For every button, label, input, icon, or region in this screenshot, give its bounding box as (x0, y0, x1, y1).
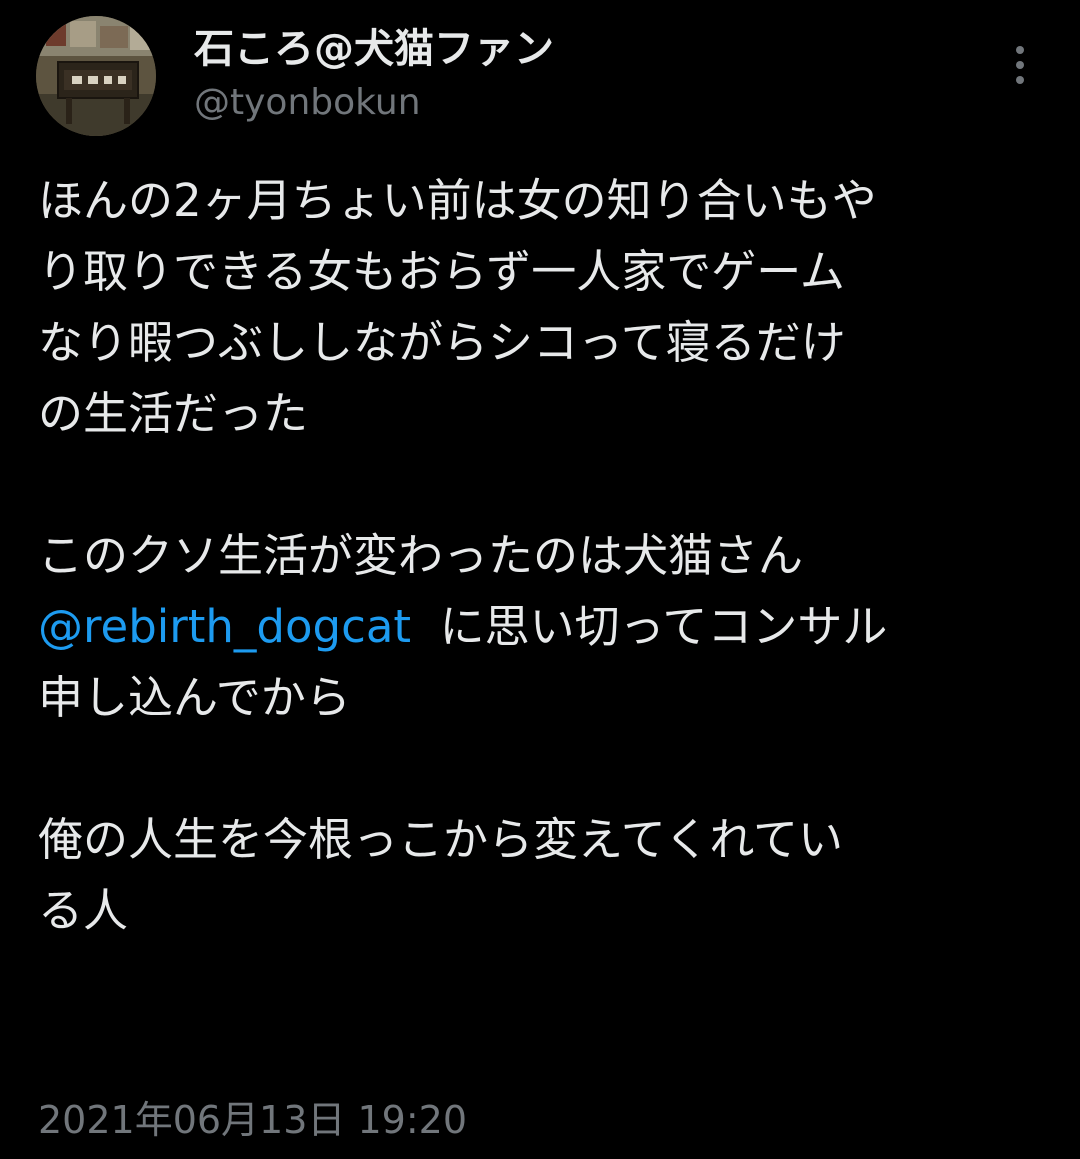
tweet-text: ほんの2ヶ月ちょい前は女の知り合いもや り取りできる女もおらず一人家でゲーム な… (38, 165, 1048, 946)
text-line: ほんの2ヶ月ちょい前は女の知り合いもや (38, 174, 877, 227)
avatar[interactable] (36, 16, 156, 136)
tweet-paragraph: ほんの2ヶ月ちょい前は女の知り合いもや り取りできる女もおらず一人家でゲーム な… (38, 165, 1048, 449)
user-handle[interactable]: @tyonbokun (194, 80, 421, 126)
text-line: 申し込んでから (38, 671, 351, 724)
more-vertical-icon (1016, 46, 1024, 84)
tweet: 石ころ@犬猫ファン @tyonbokun ほんの2ヶ月ちょい前は女の知り合いもや… (0, 0, 1080, 1159)
mention-link[interactable]: @rebirth_dogcat (38, 600, 411, 653)
more-button[interactable] (1000, 40, 1040, 90)
display-name[interactable]: 石ころ@犬猫ファン (194, 24, 554, 74)
tweet-paragraph: 俺の人生を今根っこから変えてくれてい る人 (38, 804, 1048, 946)
avatar-image (36, 16, 156, 136)
tweet-timestamp[interactable]: 2021年06月13日 19:20 (38, 1092, 467, 1148)
text-line: り取りできる女もおらず一人家でゲーム (38, 245, 845, 298)
tweet-paragraph: このクソ生活が変わったのは犬猫さん @rebirth_dogcat に思い切って… (38, 520, 1048, 733)
text-line: の生活だった (38, 387, 309, 440)
text-line: なり暇つぶししながらシコって寝るだけ (38, 316, 846, 369)
text-line: @rebirth_dogcat に思い切ってコンサル (38, 591, 1048, 662)
text-line: 俺の人生を今根っこから変えてくれてい (38, 813, 844, 866)
text-fragment: に思い切ってコンサル (439, 600, 888, 653)
text-line: このクソ生活が変わったのは犬猫さん (38, 529, 804, 582)
text-line: る人 (38, 884, 129, 937)
